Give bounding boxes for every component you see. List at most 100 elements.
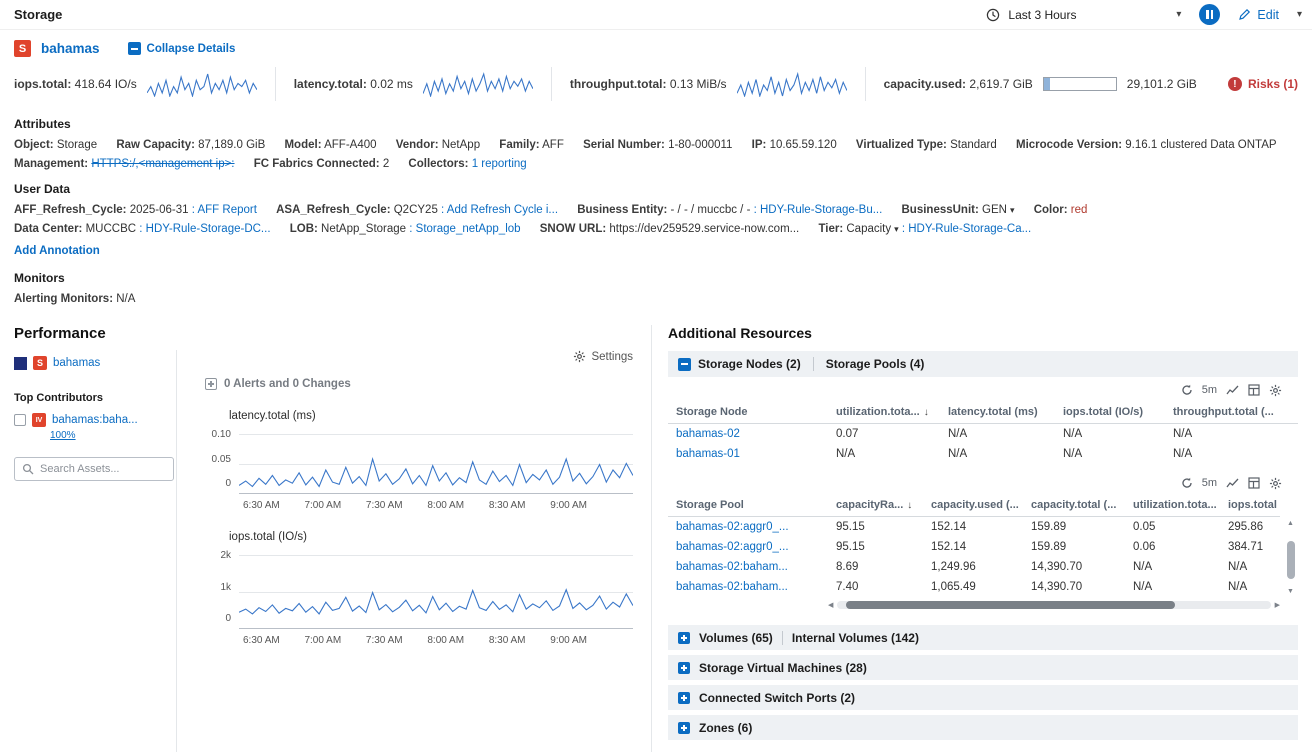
management-link[interactable]: HTTPS:/,<management ip>: [91,158,234,170]
x-axis-label: 8:00 AM [427,635,464,646]
table-cell: N/A [828,444,940,464]
settings-button[interactable]: Settings [573,350,633,363]
table-cell: 8.69 [828,557,923,577]
asset-link[interactable]: bahamas-01 [668,444,828,464]
scroll-up-arrow[interactable]: ▲ [1287,520,1294,527]
table-cell: N/A [1125,557,1220,577]
column-header-sorted[interactable]: utilization.tota...↓ [828,403,940,424]
vertical-scrollbar[interactable]: ▲ ▼ [1285,520,1296,595]
line-chart-icon[interactable] [1226,477,1239,489]
asset-link[interactable]: bahamas-02:aggr0_... [668,537,828,557]
annotation-rule-link[interactable]: : AFF Report [192,204,257,216]
topbar-controls: Last 3 Hours ▾ Edit ▾ [986,4,1302,25]
section-switch-ports-label: Connected Switch Ports (2) [699,691,855,705]
layout-icon[interactable] [1248,384,1260,396]
dropdown-caret-icon[interactable]: ▾ [894,224,899,234]
internal-volume-icon: IV [32,413,46,427]
scroll-left-arrow[interactable]: ◀ [828,601,833,609]
column-header-sorted[interactable]: capacityRa...↓ [828,496,923,517]
section-storage-virtual-machines[interactable]: Storage Virtual Machines (28) [668,655,1298,680]
scroll-right-arrow[interactable]: ▶ [1275,601,1280,609]
annotation-rule-link[interactable]: : HDY-Rule-Storage-Ca... [902,223,1031,235]
contributor-checkbox[interactable] [14,414,26,426]
collectors-link[interactable]: 1 reporting [472,158,527,170]
horizontal-scrollbar[interactable]: ◀ ▶ [828,600,1280,610]
asset-link[interactable]: bahamas-02 [668,424,828,445]
x-axis: 6:30 AM 7:00 AM 7:30 AM 8:00 AM 8:30 AM … [243,635,633,646]
search-input[interactable] [40,463,158,475]
asset-link[interactable]: bahamas-02:baham... [668,557,828,577]
line-chart-icon[interactable] [1226,384,1239,396]
top-contributors-heading: Top Contributors [14,392,168,404]
tab-storage-nodes-label: Storage Nodes (2) [698,357,801,371]
column-header[interactable]: iops.total (IO/s) [1220,496,1280,517]
add-annotation-link[interactable]: Add Annotation [14,245,100,257]
time-range-selector[interactable]: Last 3 Hours ▾ [986,8,1181,22]
collapse-icon [128,42,141,55]
table-cell: N/A [1165,444,1298,464]
asset-search[interactable] [14,457,174,481]
tab-storage-pools[interactable]: Storage Pools (4) [826,357,925,371]
legend-asset-link[interactable]: bahamas [53,357,100,369]
x-axis-label: 8:30 AM [489,500,526,511]
table-cell: 295.86 [1220,517,1280,538]
column-header[interactable]: Storage Node [668,403,828,424]
asset-name-link[interactable]: bahamas [41,41,100,56]
x-axis-label: 8:30 AM [489,635,526,646]
scroll-down-arrow[interactable]: ▼ [1287,588,1294,595]
column-header[interactable]: utilization.tota... [1125,496,1220,517]
alerts-changes-toggle[interactable]: 0 Alerts and 0 Changes [205,378,633,390]
section-connected-switch-ports[interactable]: Connected Switch Ports (2) [668,685,1298,710]
asset-link[interactable]: bahamas-02:aggr0_... [668,517,828,538]
gear-icon[interactable] [1269,477,1282,490]
scroll-thumb[interactable] [1287,541,1295,579]
collapse-details-button[interactable]: Collapse Details [128,42,236,55]
edit-button[interactable]: Edit [1238,8,1279,22]
annotation-rule-link[interactable]: : HDY-Rule-Storage-Bu... [754,204,883,216]
pause-button[interactable] [1199,4,1220,25]
section-volumes[interactable]: Volumes (65) Internal Volumes (142) [668,625,1298,650]
performance-panel: Performance S bahamas Top Contributors I… [0,325,652,752]
expand-icon [678,692,690,704]
x-axis-label: 7:00 AM [304,635,341,646]
column-header[interactable]: capacity.total (... [1023,496,1125,517]
refresh-icon[interactable] [1181,477,1193,489]
column-header[interactable]: capacity.used (... [923,496,1023,517]
attributes-row-1: Object: Storage Raw Capacity: 87,189.0 G… [14,136,1298,155]
storage-object-icon: S [33,356,47,370]
column-header[interactable]: throughput.total (... [1165,403,1298,424]
search-icon [22,463,34,475]
pools-table-toolbar: 5m [668,470,1298,496]
panel-collapse-chevron[interactable]: ▾ [1297,9,1302,20]
column-header[interactable]: iops.total (IO/s) [1055,403,1165,424]
storage-pools-table: Storage Pool capacityRa...↓ capacity.use… [668,496,1280,597]
tab-storage-nodes[interactable]: Storage Nodes (2) [678,357,801,371]
additional-resources-panel: Additional Resources Storage Nodes (2) S… [652,325,1312,752]
chart-title: iops.total (IO/s) [229,531,633,543]
risks-link[interactable]: ! Risks (1) [1228,77,1298,91]
storage-nodes-table: Storage Node utilization.tota...↓ latenc… [668,403,1298,464]
sort-desc-icon: ↓ [924,407,929,418]
metric-capacity: capacity.used: 2,619.7 GiB 29,101.2 GiB [865,67,1215,101]
scroll-thumb[interactable] [846,601,1175,609]
attribute-pair: Virtualized Type: Standard [856,139,997,151]
annotation-rule-link[interactable]: : Storage_netApp_lob [409,223,520,235]
scroll-track[interactable] [837,601,1270,609]
annotation-rule-link[interactable]: : HDY-Rule-Storage-DC... [139,223,270,235]
collapse-details-label: Collapse Details [147,43,236,55]
column-header[interactable]: latency.total (ms) [940,403,1055,424]
layout-icon[interactable] [1248,477,1260,489]
refresh-icon[interactable] [1181,384,1193,396]
section-internal-volumes-label[interactable]: Internal Volumes (142) [792,631,919,645]
user-data-pair: LOB: NetApp_Storage : Storage_netApp_lob [290,223,521,235]
gear-icon[interactable] [1269,384,1282,397]
contributor-link[interactable]: bahamas:baha... [52,414,138,426]
contributor-percent-link[interactable]: 100% [50,430,76,441]
dropdown-caret-icon[interactable]: ▾ [1010,205,1015,215]
column-header[interactable]: Storage Pool [668,496,828,517]
section-zones[interactable]: Zones (6) [668,715,1298,740]
x-axis-label: 9:00 AM [550,635,587,646]
annotation-rule-link[interactable]: : Add Refresh Cycle i... [441,204,558,216]
expand-icon [205,378,217,390]
asset-link[interactable]: bahamas-02:baham... [668,577,828,597]
